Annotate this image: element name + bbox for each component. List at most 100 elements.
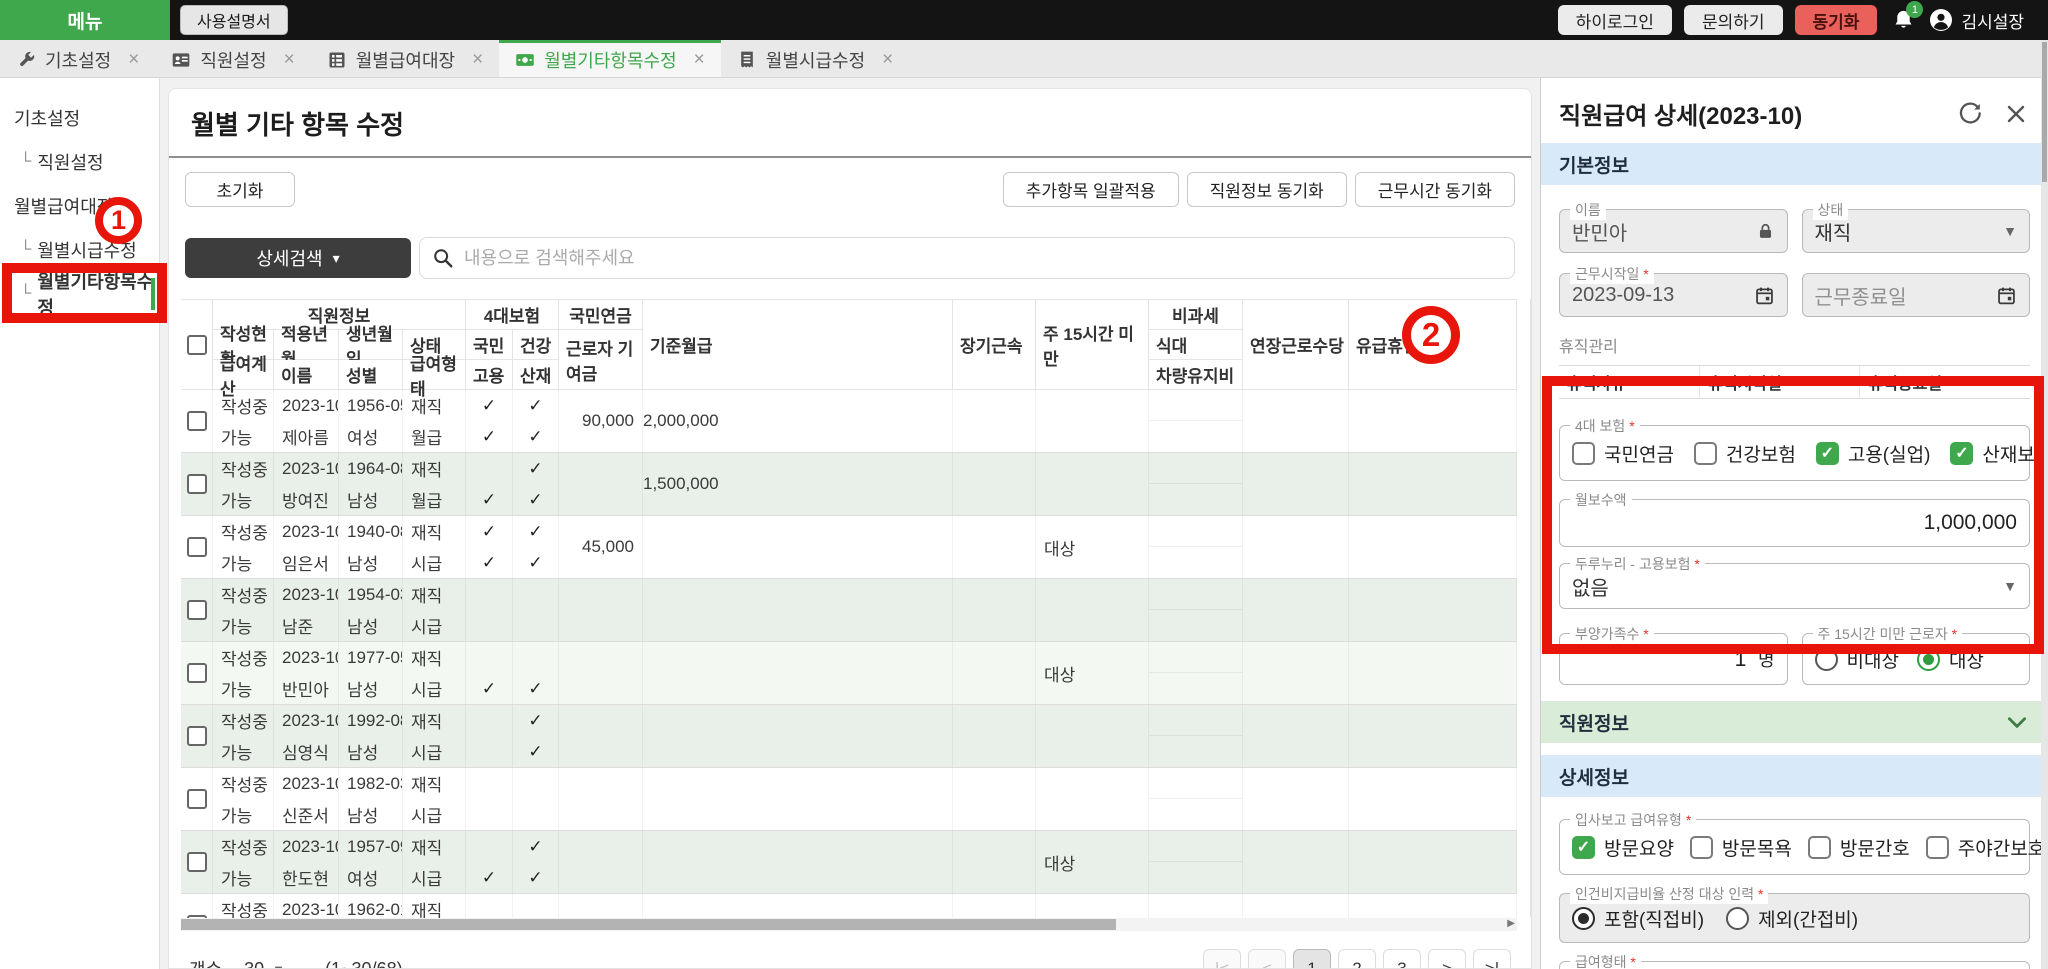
radio-include-direct[interactable]: 포함(직접비) (1572, 905, 1704, 932)
checkbox-icon[interactable] (1815, 441, 1839, 465)
calendar-icon[interactable] (1754, 285, 1775, 306)
last-page-button[interactable]: >| (1473, 949, 1511, 968)
checkbox-industrial-insurance[interactable]: 산재보험 (1950, 440, 2048, 467)
bulk-apply-button[interactable]: 추가항목 일괄적용 (1002, 172, 1179, 207)
tab-close-icon[interactable]: × (472, 49, 483, 71)
monthly-pay-field[interactable]: 월보수액 1,000,000 (1559, 490, 2030, 547)
search-input[interactable] (464, 247, 1502, 269)
sync-worktime-button[interactable]: 근무시간 동기화 (1354, 172, 1515, 207)
scroll-up-arrow-icon[interactable]: ▲ (1531, 301, 1532, 311)
scroll-down-arrow-icon[interactable]: ▼ (1531, 905, 1532, 915)
tab-monthly-other-items[interactable]: 월별기타항목수정 × (499, 40, 721, 77)
row-checkbox[interactable] (186, 852, 207, 872)
manual-button[interactable]: 사용설명서 (180, 5, 288, 35)
work-start-date-field[interactable]: 근무시작일 * 2023-09-13 (1559, 264, 1788, 317)
refresh-icon[interactable] (1957, 101, 1982, 126)
page-button-3[interactable]: 3 (1383, 949, 1421, 968)
row-checkbox[interactable] (186, 663, 207, 683)
vertical-scrollbar[interactable]: ▲ ▼ (1530, 299, 1532, 917)
radio-icon[interactable] (1814, 647, 1838, 671)
sidebar-item-monthly-payroll[interactable]: 월별급여대장 (0, 184, 159, 228)
table-row[interactable]: 작성중 2023-10 1977-05-26 재직 가능 반민아 남성 시급 ✓… (181, 642, 1517, 705)
tab-basic-settings[interactable]: 기초설정 × (0, 40, 155, 77)
tab-monthly-hourly-wage[interactable]: 월별시급수정 × (721, 40, 909, 77)
cell-paytype: 시급 (403, 799, 466, 830)
tab-employee-settings[interactable]: 직원설정 × (155, 40, 310, 77)
sidebar-item-monthly-hourly[interactable]: └ 월별시급수정 (0, 228, 159, 272)
inquiry-button[interactable]: 문의하기 (1683, 5, 1783, 35)
scroll-right-arrow-icon[interactable]: ▶ (1507, 918, 1515, 929)
radio-icon[interactable] (1726, 906, 1750, 930)
detail-search-button[interactable]: 상세검색 ▾ (185, 238, 411, 278)
checkbox-daynight-care[interactable]: 주야간보호 (1925, 834, 2045, 861)
table-row[interactable]: 작성중 2023-10 1992-08-31 재직 ✓ 가능 심영식 남성 시급… (181, 705, 1517, 768)
dependents-field[interactable]: 부양가족수 * 1 명 (1559, 624, 1788, 685)
sync-employee-info-button[interactable]: 직원정보 동기화 (1186, 172, 1347, 207)
work-end-date-field[interactable]: 근무종료일 (1801, 273, 2030, 317)
menu-button[interactable]: 메뉴 (0, 0, 170, 40)
prev-page-button[interactable]: < (1248, 949, 1286, 968)
cell-pension-contribution: 90,000 (559, 390, 643, 452)
tab-close-icon[interactable]: × (128, 49, 139, 71)
table-row[interactable]: 작성중 2023-10 1940-08-30 재직 ✓ ✓ 가능 임은서 남성 … (181, 516, 1517, 579)
reset-button[interactable]: 초기화 (185, 172, 295, 207)
hi-login-button[interactable]: 하이로그인 (1557, 5, 1672, 35)
calendar-icon[interactable] (1996, 285, 2017, 306)
table-row[interactable]: 작성중 2023-10 1954-03-02 재직 가능 남준 남성 시급 (181, 579, 1517, 642)
horizontal-scrollbar[interactable]: ▶ (181, 918, 1517, 931)
checkbox-national-pension[interactable]: 국민연금 (1572, 440, 1674, 467)
row-checkbox[interactable] (186, 474, 207, 494)
user-menu[interactable]: 김시설장 (1929, 8, 2024, 33)
checkbox-icon[interactable] (1572, 835, 1595, 859)
window-scrollbar[interactable] (2041, 40, 2048, 969)
radio-icon[interactable] (1916, 647, 1940, 671)
row-checkbox[interactable] (186, 600, 207, 620)
page-button-1[interactable]: 1 (1293, 949, 1331, 968)
checkbox-icon[interactable] (1950, 441, 1974, 465)
checkbox-visit-nursing[interactable]: 방문간호 (1807, 834, 1910, 861)
tab-close-icon[interactable]: × (694, 49, 705, 71)
page-size-select[interactable]: 30 ▼ (244, 959, 285, 969)
tab-close-icon[interactable]: × (882, 49, 893, 71)
radio-icon[interactable] (1572, 906, 1595, 930)
table-row[interactable]: 작성중 2023-10 1956-05-16 재직 ✓ ✓ 가능 제아름 여성 … (181, 390, 1517, 453)
table-row[interactable]: 작성중 2023-10 1962-01-27 재직 (181, 894, 1517, 918)
cell-national-check (466, 705, 513, 736)
row-checkbox[interactable] (186, 411, 207, 431)
next-page-button[interactable]: > (1428, 949, 1466, 968)
radio-exclude-indirect[interactable]: 제외(간접비) (1726, 905, 1858, 932)
checkbox-icon[interactable] (1925, 835, 1949, 859)
table-row[interactable]: 작성중 2023-10 1982-03-05 재직 가능 신준서 남성 시급 (181, 768, 1517, 831)
tab-monthly-payroll[interactable]: 월별급여대장 × (311, 40, 499, 77)
scrollbar-thumb[interactable] (2042, 42, 2047, 182)
checkbox-icon[interactable] (1572, 441, 1595, 465)
checkbox-icon[interactable] (1693, 441, 1717, 465)
table-row[interactable]: 작성중 2023-10 1964-08-07 재직 ✓ 가능 방여진 남성 월급… (181, 453, 1517, 516)
table-row[interactable]: 작성중 2023-10 1957-09-25 재직 ✓ 가능 한도현 여성 시급… (181, 831, 1517, 894)
sidebar-item-employee-settings[interactable]: └ 직원설정 (0, 140, 159, 184)
row-checkbox[interactable] (186, 537, 207, 557)
first-page-button[interactable]: |< (1203, 949, 1241, 968)
close-icon[interactable] (2004, 102, 2028, 126)
row-checkbox[interactable] (186, 789, 207, 809)
select-all-checkbox[interactable] (186, 334, 207, 355)
checkbox-icon[interactable] (1807, 835, 1831, 859)
checkbox-employment-insurance[interactable]: 고용(실업) (1815, 440, 1930, 467)
row-checkbox[interactable] (186, 726, 207, 746)
sidebar-item-basic-settings[interactable]: 기초설정 (0, 96, 159, 140)
page-button-2[interactable]: 2 (1338, 949, 1376, 968)
radio-not-applicable[interactable]: 비대상 (1814, 646, 1899, 673)
sidebar-item-monthly-other-items[interactable]: └ 월별기타항목수정 (0, 272, 159, 318)
section-employee-info[interactable]: 직원정보 (1541, 701, 2048, 743)
sync-button[interactable]: 동기화 (1794, 5, 1878, 35)
checkbox-visit-care[interactable]: 방문요양 (1572, 834, 1674, 861)
duru-nuri-select[interactable]: 두루누리 - 고용보험 * 없음 ▼ (1559, 554, 2030, 609)
radio-applicable[interactable]: 대상 (1916, 646, 1984, 673)
checkbox-icon[interactable] (1689, 835, 1713, 859)
scrollbar-thumb[interactable] (181, 919, 1116, 930)
checkbox-health-insurance[interactable]: 건강보험 (1693, 440, 1796, 467)
notification-bell-icon[interactable]: 1 (1889, 1, 1924, 35)
checkbox-visit-bath[interactable]: 방문목욕 (1689, 834, 1792, 861)
tab-close-icon[interactable]: × (284, 49, 295, 71)
state-select[interactable]: 상태 재직 ▼ (1801, 200, 2030, 253)
